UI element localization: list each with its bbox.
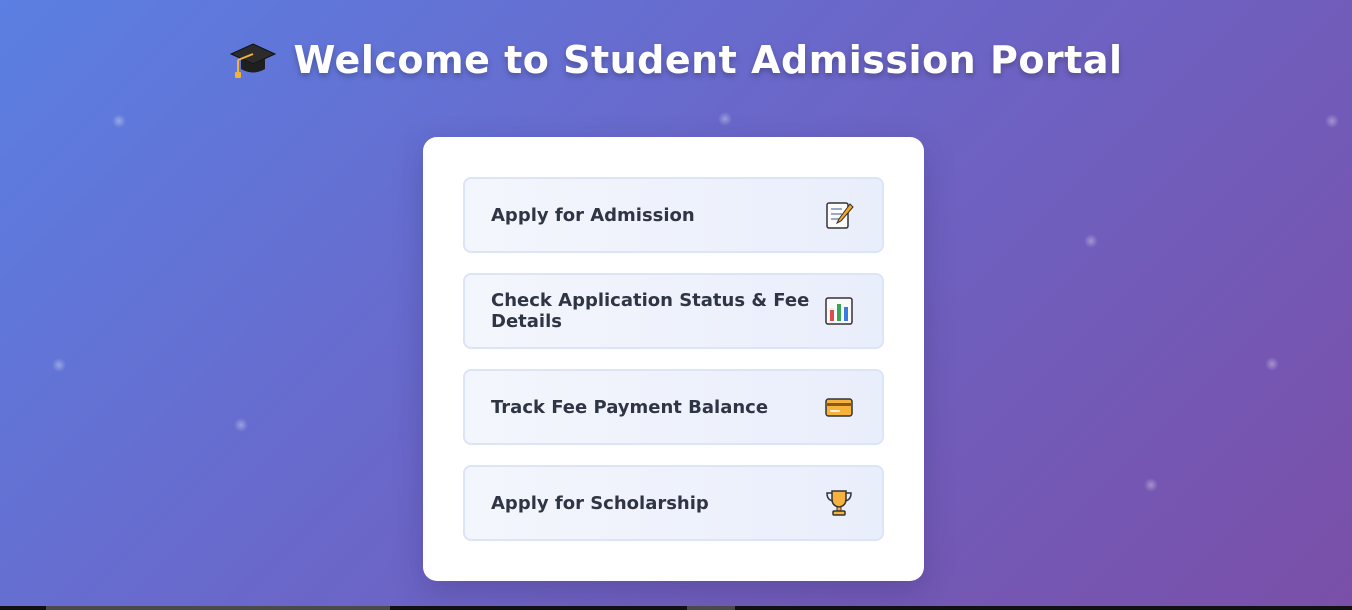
page-header: Welcome to Student Admission Portal [0,38,1352,82]
trophy-icon [824,488,854,518]
background-sparkle [1325,114,1339,128]
background-sparkle [234,418,248,432]
option-label: Apply for Admission [491,204,695,226]
credit-card-icon [824,392,854,422]
bottom-scrollbar [0,606,1352,610]
option-label: Check Application Status & Fee Details [491,290,810,332]
track-fee-balance-button[interactable]: Track Fee Payment Balance [463,369,884,445]
option-label: Apply for Scholarship [491,492,709,514]
background-sparkle [1265,357,1279,371]
check-status-button[interactable]: Check Application Status & Fee Details [463,273,884,349]
background-sparkle [718,112,732,126]
background-sparkle [1144,478,1158,492]
scrollbar-segment [687,606,735,610]
memo-icon [824,200,854,230]
background-sparkle [1084,234,1098,248]
apply-scholarship-button[interactable]: Apply for Scholarship [463,465,884,541]
bar-chart-icon [824,296,854,326]
apply-admission-button[interactable]: Apply for Admission [463,177,884,253]
background-sparkle [112,114,126,128]
graduation-cap-icon [229,40,277,80]
scrollbar-segment [46,606,390,610]
page-title: Welcome to Student Admission Portal [293,38,1123,82]
background-sparkle [52,358,66,372]
option-label: Track Fee Payment Balance [491,396,769,418]
menu-card: Apply for Admission Check Application St… [423,137,924,581]
